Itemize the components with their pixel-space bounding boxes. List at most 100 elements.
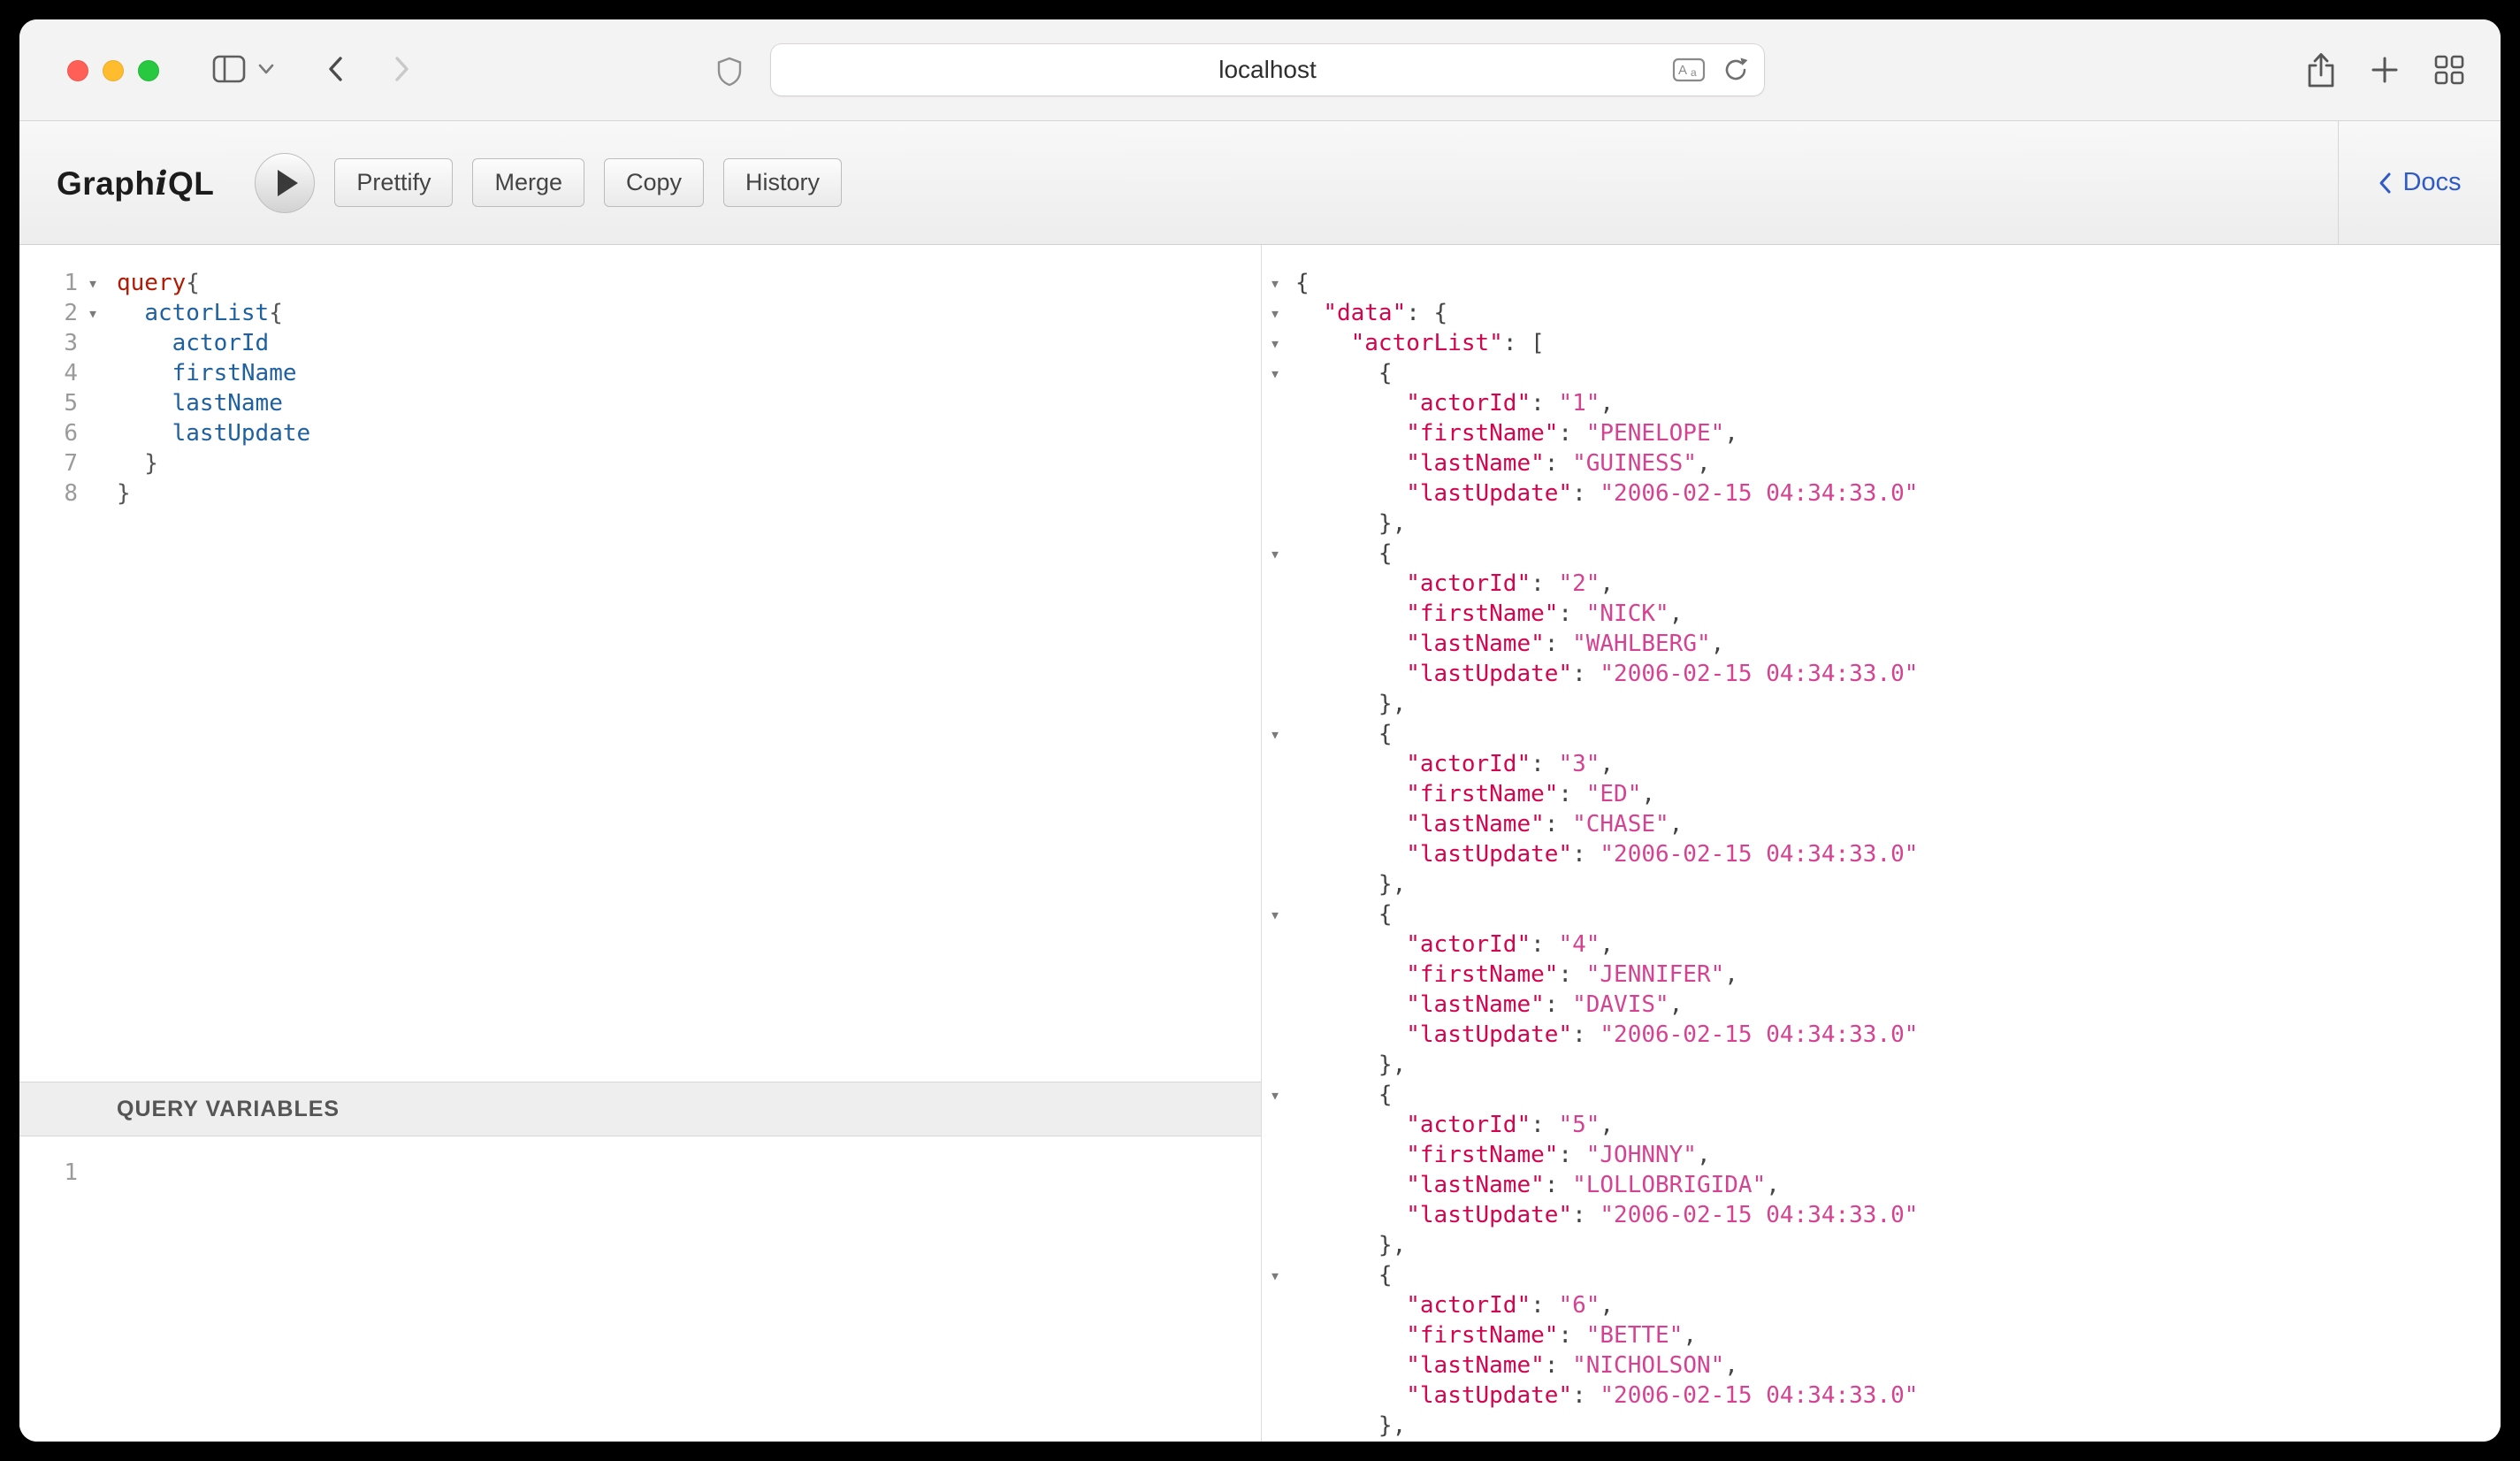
graphiql-content: 1▾query{2▾ actorList{3 actorId4 firstNam…: [19, 245, 2501, 1442]
result-viewer[interactable]: ▾{▾ "data": {▾ "actorList": [▾ { "actorI…: [1262, 245, 2501, 1442]
fold-arrow-icon[interactable]: ▾: [1262, 1080, 1288, 1110]
fold-gutter: [1262, 960, 1288, 990]
fold-arrow-icon[interactable]: ▾: [1262, 719, 1288, 749]
code-line[interactable]: "lastName": "NICHOLSON",: [1262, 1350, 2501, 1381]
fold-gutter: [78, 418, 108, 448]
prettify-button[interactable]: Prettify: [334, 158, 453, 206]
code-line[interactable]: ▾ {: [1262, 1260, 2501, 1290]
variables-editor[interactable]: 1: [19, 1136, 1261, 1442]
fold-gutter: [1262, 569, 1288, 599]
code-line[interactable]: },: [1262, 509, 2501, 539]
copy-button[interactable]: Copy: [604, 158, 704, 206]
fold-arrow-icon[interactable]: ▾: [1262, 539, 1288, 569]
line-number: 5: [19, 388, 78, 418]
code-line[interactable]: "lastName": "CHASE",: [1262, 809, 2501, 839]
fold-arrow-icon[interactable]: ▾: [78, 298, 108, 328]
code-line[interactable]: "lastName": "LOLLOBRIGIDA",: [1262, 1170, 2501, 1200]
back-button[interactable]: [325, 55, 347, 83]
code-line[interactable]: ▾ {: [1262, 539, 2501, 569]
code-line[interactable]: ▾ {: [1262, 358, 2501, 388]
query-editor[interactable]: 1▾query{2▾ actorList{3 actorId4 firstNam…: [19, 245, 1261, 1082]
logo-text: QL: [168, 165, 214, 202]
code-line[interactable]: "firstName": "JOHNNY",: [1262, 1140, 2501, 1170]
fold-gutter: [1262, 1350, 1288, 1381]
code-line[interactable]: "lastUpdate": "2006-02-15 04:34:33.0": [1262, 1020, 2501, 1050]
code-line[interactable]: 6 lastUpdate: [19, 418, 1261, 448]
code-line[interactable]: 1: [19, 1158, 1261, 1188]
fold-gutter: [1262, 1050, 1288, 1080]
code-line[interactable]: 8}: [19, 478, 1261, 509]
fold-gutter: [78, 478, 108, 509]
fold-arrow-icon[interactable]: ▾: [1262, 1260, 1288, 1290]
docs-toggle-button[interactable]: Docs: [2338, 121, 2501, 244]
new-tab-icon[interactable]: [2370, 55, 2400, 85]
merge-button[interactable]: Merge: [472, 158, 584, 206]
code-line[interactable]: 7 }: [19, 448, 1261, 478]
code-line[interactable]: "actorId": "2",: [1262, 569, 2501, 599]
fold-arrow-icon[interactable]: ▾: [78, 268, 108, 298]
code-line[interactable]: "firstName": "NICK",: [1262, 599, 2501, 629]
zoom-window-button[interactable]: [138, 60, 159, 81]
forward-button[interactable]: [391, 55, 412, 83]
share-icon[interactable]: [2306, 51, 2336, 88]
code-text: actorId: [108, 328, 269, 358]
code-line[interactable]: "lastUpdate": "2006-02-15 04:34:33.0": [1262, 1381, 2501, 1411]
code-line[interactable]: "firstName": "JENNIFER",: [1262, 960, 2501, 990]
code-line[interactable]: },: [1262, 689, 2501, 719]
translate-icon[interactable]: A a: [1672, 57, 1706, 82]
code-line[interactable]: 4 firstName: [19, 358, 1261, 388]
reload-icon[interactable]: [1722, 56, 1750, 84]
code-line[interactable]: },: [1262, 869, 2501, 899]
fold-arrow-icon[interactable]: ▾: [1262, 268, 1288, 298]
code-line[interactable]: ▾ {: [1262, 899, 2501, 929]
code-line[interactable]: "lastName": "DAVIS",: [1262, 990, 2501, 1020]
code-line[interactable]: },: [1262, 1050, 2501, 1080]
code-line[interactable]: 3 actorId: [19, 328, 1261, 358]
fold-gutter: [1262, 448, 1288, 478]
fold-arrow-icon[interactable]: ▾: [1262, 358, 1288, 388]
code-line[interactable]: ▾ "actorList": [: [1262, 328, 2501, 358]
code-line[interactable]: "lastUpdate": "2006-02-15 04:34:33.0": [1262, 659, 2501, 689]
code-line[interactable]: "actorId": "5",: [1262, 1110, 2501, 1140]
execute-query-button[interactable]: [255, 153, 315, 213]
tab-overview-icon[interactable]: [2433, 54, 2465, 86]
code-line[interactable]: ▾ {: [1262, 1080, 2501, 1110]
code-line[interactable]: },: [1262, 1230, 2501, 1260]
code-text: "lastUpdate": "2006-02-15 04:34:33.0": [1288, 1381, 1918, 1411]
minimize-window-button[interactable]: [103, 60, 124, 81]
code-text: "actorId": "2",: [1288, 569, 1614, 599]
code-text: },: [1288, 1411, 1406, 1441]
fold-arrow-icon[interactable]: ▾: [1262, 298, 1288, 328]
code-line[interactable]: 2▾ actorList{: [19, 298, 1261, 328]
code-text: "firstName": "NICK",: [1288, 599, 1683, 629]
code-line[interactable]: "lastUpdate": "2006-02-15 04:34:33.0": [1262, 478, 2501, 509]
code-text: },: [1288, 869, 1406, 899]
graphiql-logo: GraphiQL: [57, 164, 214, 203]
code-line[interactable]: 5 lastName: [19, 388, 1261, 418]
close-window-button[interactable]: [67, 60, 88, 81]
chevron-down-icon[interactable]: [258, 63, 274, 75]
code-line[interactable]: "lastName": "GUINESS",: [1262, 448, 2501, 478]
code-line[interactable]: "lastName": "WAHLBERG",: [1262, 629, 2501, 659]
sidebar-toggle-icon[interactable]: [212, 55, 246, 83]
fold-arrow-icon[interactable]: ▾: [1262, 328, 1288, 358]
code-line[interactable]: "firstName": "ED",: [1262, 779, 2501, 809]
code-line[interactable]: "actorId": "4",: [1262, 929, 2501, 960]
history-button[interactable]: History: [723, 158, 842, 206]
code-line[interactable]: "lastUpdate": "2006-02-15 04:34:33.0": [1262, 839, 2501, 869]
code-line[interactable]: ▾ "data": {: [1262, 298, 2501, 328]
fold-arrow-icon[interactable]: ▾: [1262, 899, 1288, 929]
code-text: "lastName": "DAVIS",: [1288, 990, 1683, 1020]
code-line[interactable]: "actorId": "6",: [1262, 1290, 2501, 1320]
query-variables-header[interactable]: QUERY VARIABLES: [19, 1082, 1261, 1136]
code-line[interactable]: 1▾query{: [19, 268, 1261, 298]
code-line[interactable]: "firstName": "PENELOPE",: [1262, 418, 2501, 448]
code-line[interactable]: ▾ {: [1262, 719, 2501, 749]
code-line[interactable]: "firstName": "BETTE",: [1262, 1320, 2501, 1350]
code-line[interactable]: "lastUpdate": "2006-02-15 04:34:33.0": [1262, 1200, 2501, 1230]
code-line[interactable]: },: [1262, 1411, 2501, 1441]
code-line[interactable]: ▾{: [1262, 268, 2501, 298]
address-bar[interactable]: localhost A a: [771, 44, 1764, 96]
code-line[interactable]: "actorId": "1",: [1262, 388, 2501, 418]
code-line[interactable]: "actorId": "3",: [1262, 749, 2501, 779]
